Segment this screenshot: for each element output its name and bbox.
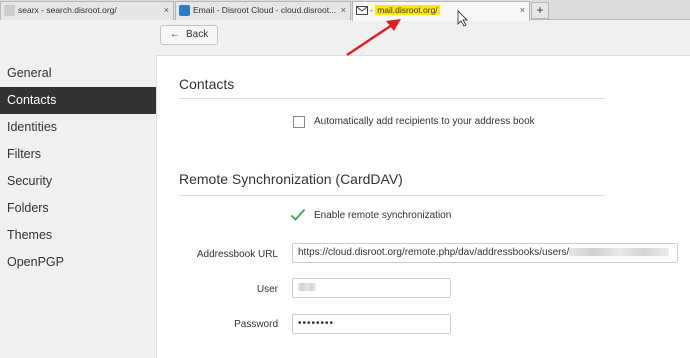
auto-add-recipients-checkbox[interactable] bbox=[293, 116, 305, 128]
section-heading-contacts: Contacts bbox=[179, 76, 235, 92]
mail-favicon-icon bbox=[356, 5, 368, 16]
addressbook-url-label: Addressbook URL bbox=[196, 249, 278, 260]
addressbook-url-field[interactable]: https://cloud.disroot.org/remote.php/dav… bbox=[292, 243, 678, 263]
enable-sync-checkmark-icon[interactable] bbox=[290, 208, 306, 222]
section-heading-remote-sync: Remote Synchronization (CardDAV) bbox=[179, 171, 403, 187]
browser-tab-mail[interactable]: - mail.disroot.org/ × bbox=[352, 1, 530, 21]
sidebar-item-filters[interactable]: Filters bbox=[0, 141, 156, 168]
browser-tab-cloud-email[interactable]: Email - Disroot Cloud - cloud.disroot...… bbox=[175, 1, 351, 20]
new-tab-button[interactable]: + bbox=[531, 2, 549, 19]
addressbook-url-value: https://cloud.disroot.org/remote.php/dav… bbox=[298, 247, 570, 258]
sidebar-item-themes[interactable]: Themes bbox=[0, 222, 156, 249]
tab-title: - mail.disroot.org/ bbox=[370, 5, 440, 15]
browser-tab-strip: searx - search.disroot.org/ × Email - Di… bbox=[0, 0, 690, 21]
sidebar-item-security[interactable]: Security bbox=[0, 168, 156, 195]
user-field[interactable] bbox=[292, 278, 451, 298]
password-label: Password bbox=[234, 319, 278, 330]
searx-favicon-icon bbox=[4, 5, 15, 16]
user-label: User bbox=[256, 284, 278, 295]
tab-close-icon[interactable]: × bbox=[520, 2, 525, 19]
red-arrow-icon bbox=[346, 19, 401, 57]
tab-close-icon[interactable]: × bbox=[341, 2, 346, 19]
tab-title: searx - search.disroot.org/ bbox=[18, 5, 117, 15]
tab-close-icon[interactable]: × bbox=[164, 2, 169, 19]
contacts-settings-panel: Contacts Automatically add recipients to… bbox=[156, 55, 690, 358]
sidebar-item-folders[interactable]: Folders bbox=[0, 195, 156, 222]
browser-tab-searx[interactable]: searx - search.disroot.org/ × bbox=[0, 1, 174, 20]
enable-sync-label: Enable remote synchronization bbox=[314, 210, 452, 221]
back-button-label: Back bbox=[186, 29, 209, 40]
redacted-username bbox=[569, 248, 670, 257]
cloud-favicon-icon bbox=[179, 5, 190, 16]
highlighted-url: mail.disroot.org/ bbox=[375, 5, 440, 15]
divider bbox=[179, 195, 605, 196]
sidebar-item-identities[interactable]: Identities bbox=[0, 114, 156, 141]
sidebar-item-contacts[interactable]: Contacts bbox=[0, 87, 156, 114]
sidebar-item-openpgp[interactable]: OpenPGP bbox=[0, 249, 156, 276]
arrow-left-icon: ← bbox=[170, 29, 180, 40]
tab-title: Email - Disroot Cloud - cloud.disroot... bbox=[193, 5, 337, 15]
auto-add-recipients-label: Automatically add recipients to your add… bbox=[314, 116, 535, 127]
divider bbox=[179, 98, 605, 99]
settings-sidebar: General Contacts Identities Filters Secu… bbox=[0, 60, 156, 276]
back-button[interactable]: ← Back bbox=[160, 25, 218, 45]
sidebar-item-general[interactable]: General bbox=[0, 60, 156, 87]
password-field[interactable]: •••••••• bbox=[292, 314, 451, 334]
redacted-user-value bbox=[298, 283, 316, 292]
